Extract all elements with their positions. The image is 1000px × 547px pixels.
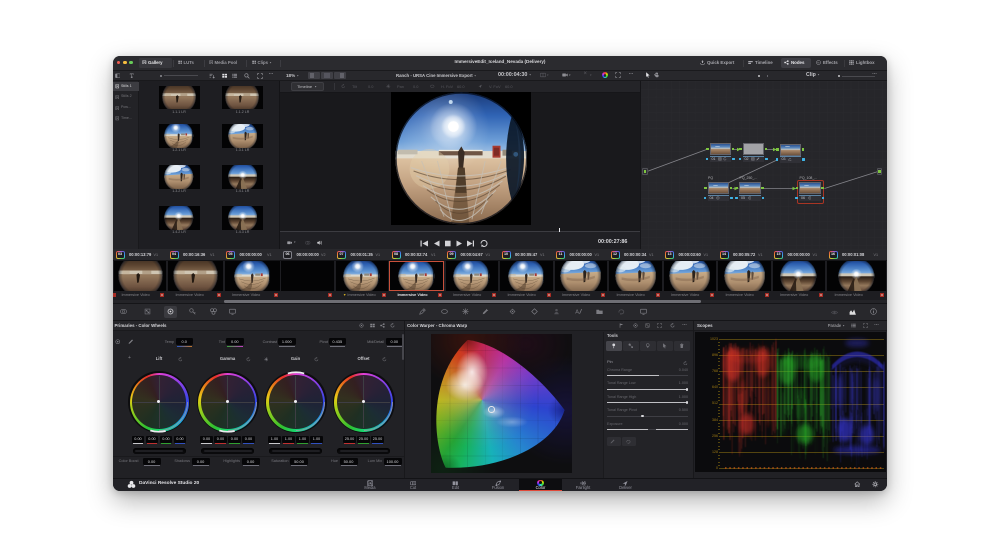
svg-text:A: A xyxy=(575,310,579,315)
svg-text:fx: fx xyxy=(817,60,820,64)
